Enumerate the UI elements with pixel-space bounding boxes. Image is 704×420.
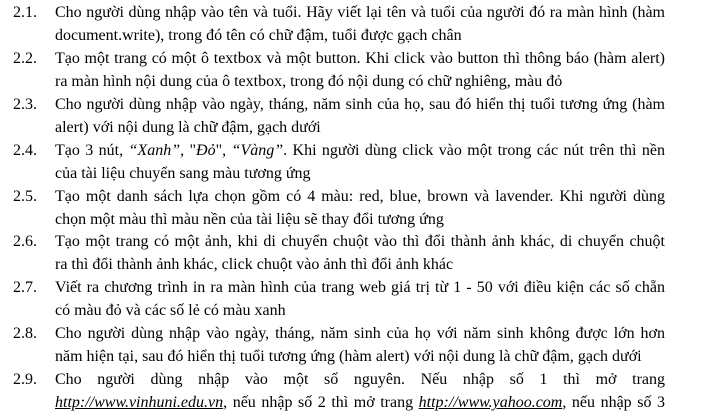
item-text-line: Cho người dùng nhập vào tên và tuổi. Hãy… <box>55 4 665 21</box>
item-number: 2.7. <box>13 279 37 297</box>
text-segment: ", <box>215 141 232 159</box>
item-number: 2.8. <box>13 325 37 343</box>
item-number: 2.6. <box>13 233 37 251</box>
item-text-line: ra thì đổi thành ảnh khác, click chuột v… <box>55 256 454 274</box>
item-text-line: chọn một màu thì màu nền của tài liệu sẽ… <box>55 210 444 228</box>
item-text-line: ra màn hình nội dung của ô textbox, tron… <box>55 72 563 90</box>
list-item: 2.9. Cho người dùng nhập vào một số nguy… <box>0 368 704 414</box>
item-text-line: Cho người dùng nhập vào ngày, tháng, năm… <box>55 95 665 113</box>
item-text-line: Viết ra chương trình in ra màn hình của … <box>55 279 665 297</box>
item-number: 2.2. <box>13 49 37 67</box>
list-item: 2.1. Cho người dùng nhập vào tên và tuổi… <box>0 1 704 47</box>
item-text-line: Tạo một trang có một ảnh, khi di chuyển … <box>55 233 665 251</box>
item-text-line: Cho người dùng nhập vào ngày, tháng, năm… <box>55 325 665 343</box>
item-text-line: của tài liệu chuyển sang màu tương ứng <box>55 164 311 182</box>
list-item: 2.3. Cho người dùng nhập vào ngày, tháng… <box>0 93 704 139</box>
list-item: 2.8. Cho người dùng nhập vào ngày, tháng… <box>0 322 704 368</box>
text-segment: , nếu nhập số 3 <box>562 394 665 412</box>
item-text-line: Tạo một trang có một ô textbox và một bu… <box>55 49 665 67</box>
italic-label-vang: “Vàng” <box>231 141 284 159</box>
list-item: 2.5. Tạo một danh sách lựa chọn gồm có 4… <box>0 185 704 231</box>
text-segment: . Khi người dùng click vào một trong các… <box>283 141 665 159</box>
text-segment: , " <box>180 141 197 159</box>
item-text-line: alert) với nội dung là chữ đậm, gạch dướ… <box>55 118 321 136</box>
text-segment: , nếu nhập số 2 thì mở trang <box>223 394 419 412</box>
item-text-line: Tạo một danh sách lựa chọn gồm có 4 màu:… <box>55 187 665 205</box>
item-number: 2.9. <box>13 371 37 389</box>
list-item: 2.4. Tạo 3 nút, “Xanh”, "Đỏ", “Vàng”. Kh… <box>0 139 704 185</box>
item-text-line: có màu đỏ và các số lẻ có màu xanh <box>55 302 286 320</box>
list-item: 2.7. Viết ra chương trình in ra màn hình… <box>0 276 704 322</box>
yahoo-link[interactable]: http://www.yahoo.com <box>419 394 563 411</box>
list-item: 2.2. Tạo một trang có một ô textbox và m… <box>0 47 704 93</box>
text-segment: Tạo 3 nút, <box>55 141 129 159</box>
italic-label-xanh: “Xanh” <box>128 141 181 159</box>
item-text-line: Cho người dùng nhập vào một số nguyên. N… <box>55 371 665 389</box>
list-item: 2.6. Tạo một trang có một ảnh, khi di ch… <box>0 230 704 276</box>
item-text-line: http://www.vinhuni.edu.vn, nếu nhập số 2… <box>55 391 665 414</box>
item-number: 2.1. <box>13 4 37 21</box>
vinhuni-link[interactable]: http://www.vinhuni.edu.vn <box>55 394 223 411</box>
italic-label-do: Đỏ <box>196 141 216 159</box>
exercise-list: 2.1. Cho người dùng nhập vào tên và tuổi… <box>0 1 704 414</box>
item-text-line: document.write), trong đó tên có chữ đậm… <box>55 27 462 44</box>
item-text-line: Tạo 3 nút, “Xanh”, "Đỏ", “Vàng”. Khi ngư… <box>55 139 665 162</box>
item-number: 2.5. <box>13 187 37 205</box>
item-number: 2.4. <box>13 141 37 159</box>
item-number: 2.3. <box>13 95 37 113</box>
item-text-line: năm hiện tại, sau đó hiển thị tuổi tương… <box>55 348 642 366</box>
